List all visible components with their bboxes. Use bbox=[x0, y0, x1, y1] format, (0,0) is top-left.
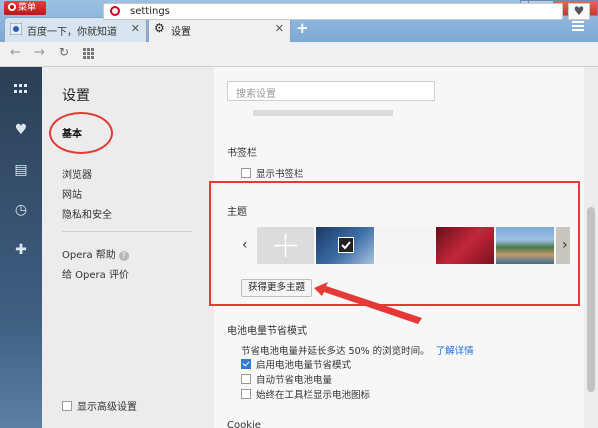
settings-title: 设置 bbox=[62, 88, 90, 104]
battery-saver-heading: 电池电量节省模式 bbox=[227, 326, 307, 337]
baidu-favicon-icon bbox=[10, 23, 22, 35]
theme-thumb-blue-selected[interactable] bbox=[316, 227, 374, 264]
tab-settings[interactable]: ⚙ 设置 ✕ bbox=[148, 17, 291, 42]
checkmark-icon bbox=[338, 237, 354, 253]
opera-security-icon bbox=[110, 6, 120, 16]
theme-thumb-add[interactable] bbox=[257, 227, 314, 264]
search-settings-input[interactable]: 搜索设置 bbox=[227, 81, 435, 101]
opera-help-link[interactable]: Opera 帮助? bbox=[62, 246, 129, 261]
battery-option-icon[interactable]: 始终在工具栏显示电池图标 bbox=[241, 387, 370, 401]
address-text: settings bbox=[130, 6, 170, 17]
battery-option-auto[interactable]: 自动节省电池电量 bbox=[241, 372, 332, 386]
news-icon[interactable]: ▤ bbox=[11, 160, 31, 180]
extensions-puzzle-icon[interactable]: ✚ bbox=[11, 240, 31, 260]
auto-battery-label: 自动节省电池电量 bbox=[256, 375, 333, 386]
theme-thumb-light[interactable] bbox=[376, 227, 434, 264]
annotation-arrow bbox=[314, 282, 422, 324]
help-question-icon: ? bbox=[118, 251, 129, 261]
themes-heading: 主题 bbox=[227, 207, 247, 218]
tab-settings-label: 设置 bbox=[171, 27, 191, 38]
reload-icon[interactable]: ↻ bbox=[59, 45, 69, 59]
scrollbar-thumb[interactable] bbox=[587, 207, 595, 392]
cookies-heading: Cookie bbox=[227, 420, 261, 428]
forward-icon[interactable]: → bbox=[34, 45, 45, 60]
theme-thumb-coast[interactable] bbox=[496, 227, 554, 264]
tab-menu-icon[interactable] bbox=[572, 21, 584, 33]
enable-battery-checkbox[interactable] bbox=[241, 359, 251, 369]
show-bookmarks-option[interactable]: 显示书签栏 bbox=[241, 166, 304, 180]
new-tab-button[interactable]: + bbox=[296, 19, 309, 37]
tab-baidu[interactable]: 百度一下，你就知道 ✕ bbox=[4, 17, 147, 42]
show-advanced-settings[interactable]: 显示高级设置 bbox=[62, 398, 137, 413]
chevron-left-icon[interactable]: ‹ bbox=[242, 237, 248, 253]
chevron-right-icon[interactable]: › bbox=[562, 237, 568, 253]
add-theme-plus-icon bbox=[274, 234, 297, 257]
gear-icon: ⚙ bbox=[154, 21, 165, 35]
opera-help-label: Opera 帮助 bbox=[62, 250, 116, 261]
nav-item-browser[interactable]: 浏览器 bbox=[62, 166, 92, 181]
show-bookmarks-checkbox[interactable] bbox=[241, 168, 251, 178]
bookmark-heart-icon[interactable]: ♥ bbox=[568, 3, 590, 20]
battery-desc-text: 节省电池电量并延长多达 50% 的浏览时间。 bbox=[241, 346, 430, 357]
nav-item-websites[interactable]: 网站 bbox=[62, 186, 82, 201]
battery-option-enable[interactable]: 启用电池电量节省模式 bbox=[241, 357, 351, 371]
speed-dial-sidebar-icon[interactable] bbox=[11, 80, 31, 100]
clipped-setting-row bbox=[253, 110, 393, 116]
opera-menu-button[interactable]: 菜单 bbox=[4, 1, 46, 15]
bookmarks-heart-icon[interactable]: ♥ bbox=[11, 120, 31, 140]
opera-logo-icon bbox=[8, 3, 16, 11]
nav-item-privacy[interactable]: 隐私和安全 bbox=[62, 206, 112, 221]
theme-thumb-red[interactable] bbox=[436, 227, 494, 264]
get-more-themes-button[interactable]: 获得更多主题 bbox=[241, 279, 312, 297]
address-bar[interactable]: settings bbox=[103, 3, 563, 20]
history-clock-icon[interactable]: ◷ bbox=[11, 200, 31, 220]
show-bookmarks-label: 显示书签栏 bbox=[256, 169, 304, 180]
tab-close-icon[interactable]: ✕ bbox=[275, 22, 284, 35]
speed-dial-icon[interactable] bbox=[83, 48, 94, 59]
annotation-circle bbox=[49, 112, 113, 154]
enable-battery-label: 启用电池电量节省模式 bbox=[256, 360, 352, 371]
bookmarks-bar-heading: 书签栏 bbox=[227, 148, 257, 159]
learn-more-link[interactable]: 了解详情 bbox=[436, 346, 474, 357]
tab-close-icon[interactable]: ✕ bbox=[131, 22, 140, 35]
opera-menu-label: 菜单 bbox=[18, 3, 37, 13]
rate-opera-link[interactable]: 给 Opera 评价 bbox=[62, 266, 129, 281]
nav-divider bbox=[62, 231, 192, 232]
advanced-checkbox[interactable] bbox=[62, 401, 72, 411]
auto-battery-checkbox[interactable] bbox=[241, 374, 251, 384]
battery-icon-label: 始终在工具栏显示电池图标 bbox=[256, 390, 371, 401]
tab-baidu-label: 百度一下，你就知道 bbox=[27, 27, 117, 38]
battery-icon-checkbox[interactable] bbox=[241, 389, 251, 399]
back-icon[interactable]: ← bbox=[10, 45, 21, 60]
battery-description: 节省电池电量并延长多达 50% 的浏览时间。 了解详情 bbox=[241, 343, 474, 357]
advanced-label: 显示高级设置 bbox=[77, 402, 137, 413]
